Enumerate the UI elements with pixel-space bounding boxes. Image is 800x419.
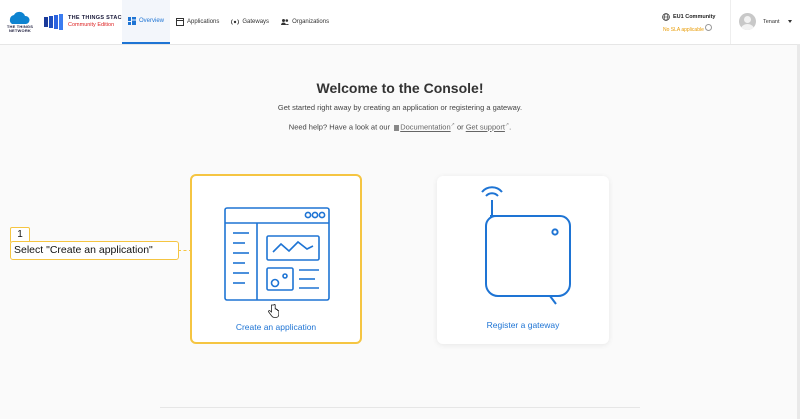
help-circle-icon [705,24,713,31]
avatar[interactable] [739,13,756,30]
or-text: or [456,122,464,132]
help-prefix: Need help? Have a look at our [288,122,391,132]
gateway-device-icon [481,186,571,305]
page-title: Welcome to the Console! [316,80,484,96]
footer-divider [160,407,640,408]
nav-label: Organizations [292,19,330,25]
stack-edition: Community Edition [68,22,115,28]
nav-overview[interactable]: Overview [122,0,171,44]
divider [730,0,731,44]
stack-title: THE THINGS STACK [68,15,127,21]
get-support-link[interactable]: Get support [466,123,505,132]
gateway-icon [231,19,240,25]
nav-gateways[interactable]: Gateways [225,0,275,44]
sla-notice[interactable]: No SLA applicable [663,24,713,33]
cluster-region[interactable]: EU1 Community [662,13,715,21]
globe-icon [662,13,670,21]
hand-cursor-icon [268,304,279,318]
book-icon [394,124,400,131]
region-label: EU1 Community [673,14,716,20]
sla-text: No SLA applicable [663,27,704,33]
dashboard-icon [128,17,136,25]
chevron-down-icon[interactable] [788,20,792,23]
step-instruction: Select "Create an application" [10,241,179,260]
the-things-stack-logo[interactable] [44,14,66,30]
application-icon [176,18,185,26]
callout-connector [178,250,192,251]
nav-label: Gateways [242,19,270,25]
documentation-link[interactable]: Documentation [400,123,450,132]
main-nav: Overview Applications Gateways Organizat… [122,0,335,44]
register-gateway-card[interactable]: Register a gateway [437,176,609,344]
help-line: Need help? Have a look at our Documentat… [0,122,800,132]
external-link-icon: ↗ [450,122,455,128]
top-bar: THE THINGS NETWORK THE THINGS STACK Comm… [0,0,800,45]
period: . [509,122,512,132]
user-name[interactable]: Tenant [763,19,780,25]
create-application-label[interactable]: Create an application [192,322,360,332]
page-subtitle: Get started right away by creating an ap… [277,103,523,112]
create-application-card[interactable]: Create an application [190,174,362,344]
register-gateway-label[interactable]: Register a gateway [437,320,609,330]
nav-organizations[interactable]: Organizations [275,0,335,44]
application-window-icon [224,207,330,301]
organizations-icon [281,19,290,25]
nav-label: Applications [187,19,220,25]
nav-applications[interactable]: Applications [170,0,225,44]
nav-label: Overview [139,18,165,24]
ttn-logo-text: THE THINGS NETWORK [6,24,34,33]
